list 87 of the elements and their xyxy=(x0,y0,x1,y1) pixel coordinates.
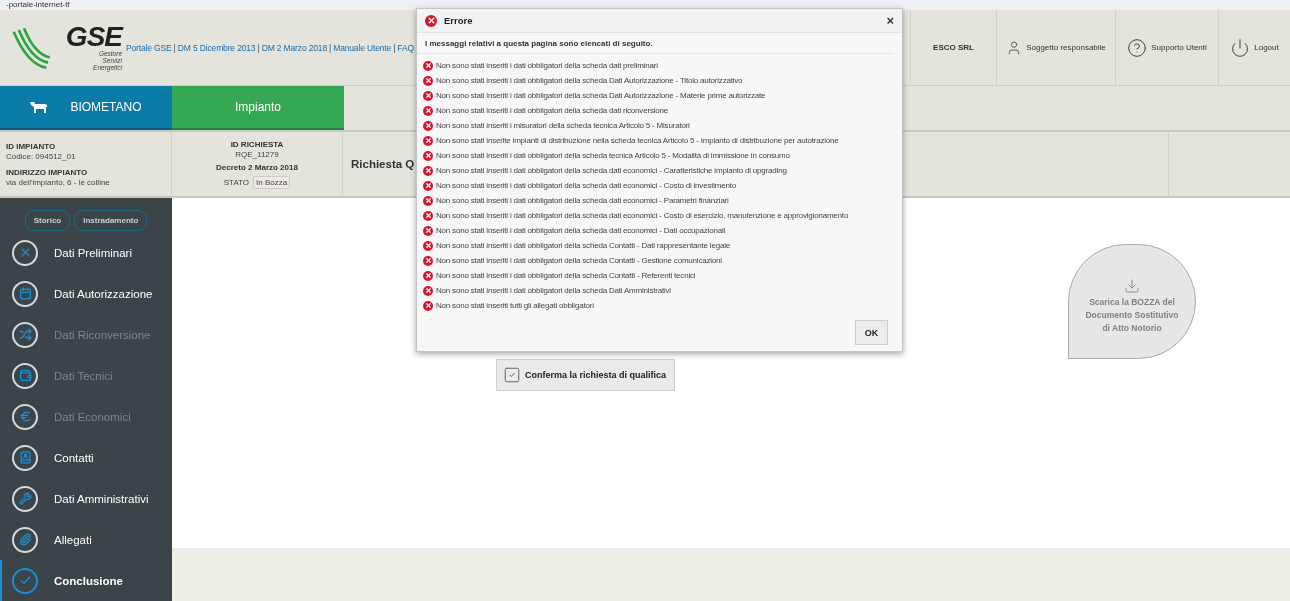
close-button[interactable]: × xyxy=(886,14,894,27)
request-id: RQE_11279 xyxy=(235,149,279,159)
page-title: Richiesta Q xyxy=(351,158,415,171)
error-icon xyxy=(423,255,433,266)
error-icon xyxy=(423,210,433,221)
check-icon xyxy=(12,567,38,594)
error-icon xyxy=(423,270,433,281)
dialog-intro: I messaggi relativi a questa pagina sono elencati di seguito. xyxy=(417,33,894,54)
help-icon xyxy=(1127,37,1148,58)
error-message: Non sono stati inseriti i dati obbligatori della scheda dati economici - Costo di investimento xyxy=(436,181,737,190)
error-message: Non sono stati inseriti i dati obbligatori della scheda dati economici - Dati occupazionali xyxy=(436,226,726,235)
sidebar-button[interactable]: Instradamento xyxy=(74,210,148,231)
paperclip-icon xyxy=(12,526,38,553)
error-icon xyxy=(423,135,433,146)
error-message: Non sono stati inseriti i dati obbligatori della scheda Contatti - Gestione comunicazioni xyxy=(436,256,722,265)
euro-icon xyxy=(12,403,38,430)
error-message: Non sono stati inseriti i dati obbligatori della scheda tecnica Articolo 5 - Modalità di immissione in consumo xyxy=(436,151,790,160)
header-link[interactable]: DM 5 Dicembre 2013 xyxy=(177,42,256,53)
error-message: Non sono stati inseriti i dati obbligatori della scheda Dati Autorizzazione - Materie prime autorizzate xyxy=(436,91,766,100)
url-text: -portale-internet-tf xyxy=(6,0,70,10)
error-message: Non sono stati inseriti i dati obbligatori della scheda Contatti - Dati rappresentante legale xyxy=(436,241,731,250)
plant-address-label: INDIRIZZO IMPIANTO xyxy=(6,167,88,177)
link-separator: | xyxy=(257,42,260,53)
logo-text: GSE xyxy=(65,24,122,51)
header-link[interactable]: FAQ xyxy=(397,42,414,53)
error-message: Non sono stati inseriti i dati obbligatori della scheda dati riconversione xyxy=(436,106,668,115)
header-action-link[interactable]: Logout xyxy=(1218,10,1290,86)
header-link[interactable]: Manuale Utente xyxy=(333,42,392,53)
nav-tab[interactable]: BIOMETANO xyxy=(0,86,172,131)
sidebar-item[interactable]: Allegati xyxy=(0,519,172,560)
error-icon xyxy=(423,240,433,251)
link-separator: | xyxy=(393,42,396,53)
link-separator: | xyxy=(329,42,332,53)
error-icon xyxy=(423,150,433,161)
error-icon xyxy=(423,225,433,236)
error-message: Non sono stati inseriti i dati obbligatori della scheda dati economici - Caratteristiche impianto di upgrading xyxy=(436,166,787,175)
wallet-icon xyxy=(12,362,38,389)
request-id-label: ID RICHIESTA xyxy=(230,139,284,149)
plant-address: via dell'impianto, 6 - le colline xyxy=(6,177,110,187)
error-icon xyxy=(425,14,437,27)
header-action-link[interactable]: Supporto Utenti xyxy=(1115,10,1218,86)
error-message: Non sono stati inseriti i misuratori della scheda tecnica Articolo 5 - Misuratori xyxy=(436,121,690,130)
error-icon xyxy=(423,285,433,296)
wrench-icon xyxy=(12,485,38,512)
calendar-icon xyxy=(12,280,38,307)
decree-text: Decreto 2 Marzo 2018 xyxy=(216,162,298,172)
error-icon xyxy=(423,60,433,71)
download-icon xyxy=(1124,278,1140,294)
error-message: Non sono stati inseriti i dati obbligatori della scheda Contatti - Referenti tecnici xyxy=(436,271,696,280)
confirm-button[interactable]: Conferma la richiesta di qualifica xyxy=(496,359,676,391)
error-icon xyxy=(423,180,433,191)
error-icon xyxy=(423,120,433,131)
cow-icon xyxy=(30,101,49,114)
error-message: Non sono stati inseriti i dati obbligatori della scheda Dati Autorizzazione - Titolo autorizzativo xyxy=(436,76,743,85)
error-message: Non sono stati inseriti i dati obbligatori della scheda Dati Amministrativi xyxy=(436,286,671,295)
header-action-link[interactable]: Soggetto responsabile xyxy=(996,10,1115,86)
state-badge: In Bozza xyxy=(253,175,291,189)
error-icon xyxy=(423,105,433,116)
sidebar-item[interactable]: Dati Autorizzazione xyxy=(0,273,172,314)
sidebar-item[interactable]: Dati Preliminari xyxy=(0,232,172,273)
company-name[interactable]: ESCO SRL xyxy=(910,10,996,86)
header-link[interactable]: DM 2 Marzo 2018 xyxy=(261,42,327,53)
plant-id-label: ID IMPIANTO xyxy=(6,141,56,151)
error-icon xyxy=(423,195,433,206)
plant-code: Codice: 094512_01 xyxy=(6,151,76,161)
sidebar-item[interactable]: Contatti xyxy=(0,437,172,478)
shuffle-icon xyxy=(12,321,38,348)
error-message: Non sono stati inseriti i dati obbligatori della scheda dati preliminari xyxy=(436,61,658,70)
error-icon xyxy=(423,300,433,311)
contact-book-icon xyxy=(12,444,38,471)
sidebar-button[interactable]: Storico xyxy=(24,210,71,231)
header-link[interactable]: Portale GSE xyxy=(126,42,172,53)
error-message: Non sono stati inseriti i dati obbligatori della scheda dati economici - Parametri finanziari xyxy=(436,196,729,205)
error-icon xyxy=(423,165,433,176)
sidebar-item[interactable]: Dati Amministrativi xyxy=(0,478,172,519)
power-icon xyxy=(1230,37,1251,58)
cross-icon xyxy=(12,239,38,266)
checkbox-icon xyxy=(503,366,521,384)
ok-button[interactable]: OK xyxy=(855,320,888,345)
link-separator: | xyxy=(173,42,176,53)
state-label: STATO xyxy=(223,177,250,187)
error-icon xyxy=(423,90,433,101)
error-message: Non sono stati inseriti tutti gli allegati obbligatori xyxy=(436,301,594,310)
error-message: Non sono stati inserite impianti di distribuzione nella scheda tecnica Articolo 5 - Impianto di distribuzione per autotrazione xyxy=(436,136,839,145)
dialog-title: Errore xyxy=(444,15,473,26)
error-icon xyxy=(423,75,433,86)
error-message: Non sono stati inseriti i dati obbligatori della scheda dati economici - Costo di esercizio, manutenzione e approvigionamento xyxy=(436,211,849,220)
